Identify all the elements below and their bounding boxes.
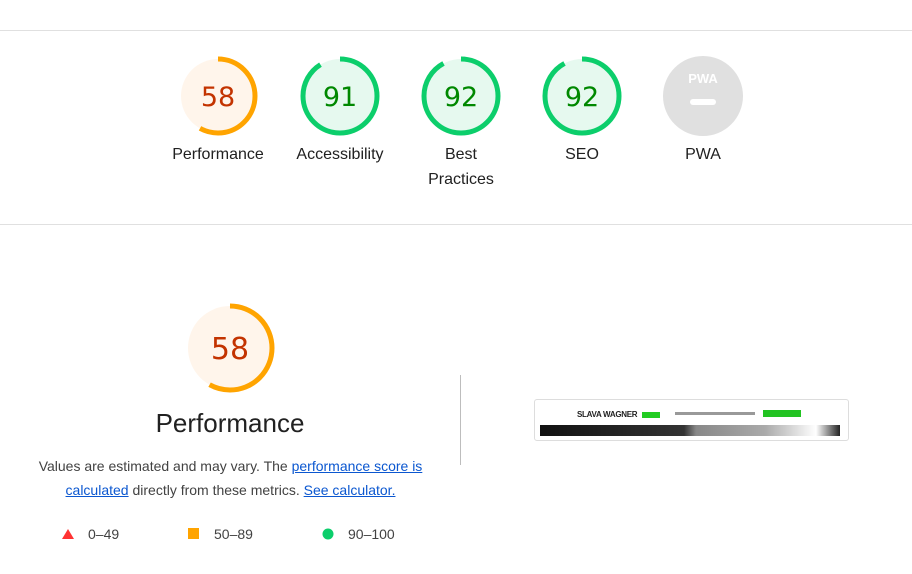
gauge-label: PWA bbox=[685, 146, 721, 163]
circle-icon bbox=[322, 528, 334, 540]
gauge-performance[interactable]: 58 Performance bbox=[158, 56, 278, 167]
triangle-icon bbox=[62, 529, 74, 539]
page-screenshot-thumbnail[interactable]: SLAVA WAGNER bbox=[534, 399, 849, 441]
performance-gauge-large[interactable]: 58 Performance bbox=[0, 302, 460, 439]
divider bbox=[460, 375, 461, 465]
site-name: SLAVA WAGNER bbox=[577, 410, 638, 419]
performance-title: Performance bbox=[155, 408, 305, 438]
gauge-best-practices[interactable]: 92 Best Practices bbox=[401, 56, 521, 192]
divider bbox=[0, 30, 912, 31]
performance-score: 58 bbox=[211, 332, 249, 367]
gauge-accessibility[interactable]: 91 Accessibility bbox=[280, 56, 400, 167]
gauge-label: Performance bbox=[172, 146, 264, 163]
legend-pass: 90–100 bbox=[322, 526, 395, 542]
pwa-badge-text: PWA bbox=[688, 71, 718, 86]
pwa-dash-icon bbox=[690, 99, 716, 105]
score-value: 58 bbox=[201, 82, 235, 113]
score-value: 91 bbox=[323, 82, 357, 113]
gauge-pwa[interactable]: PWA PWA bbox=[643, 56, 763, 167]
score-value: 92 bbox=[565, 82, 599, 113]
gauge-label: Accessibility bbox=[296, 146, 384, 163]
legend-average: 50–89 bbox=[188, 526, 253, 542]
calculator-link[interactable]: See calculator. bbox=[304, 482, 396, 498]
legend-fail: 0–49 bbox=[62, 526, 119, 542]
performance-description: Values are estimated and may vary. The p… bbox=[38, 458, 423, 498]
gauge-seo[interactable]: 92 SEO bbox=[522, 56, 642, 167]
gauge-label: SEO bbox=[565, 146, 599, 163]
gauge-label: Best Practices bbox=[428, 146, 494, 188]
square-icon bbox=[188, 528, 199, 539]
divider bbox=[0, 224, 912, 225]
score-value: 92 bbox=[444, 82, 478, 113]
